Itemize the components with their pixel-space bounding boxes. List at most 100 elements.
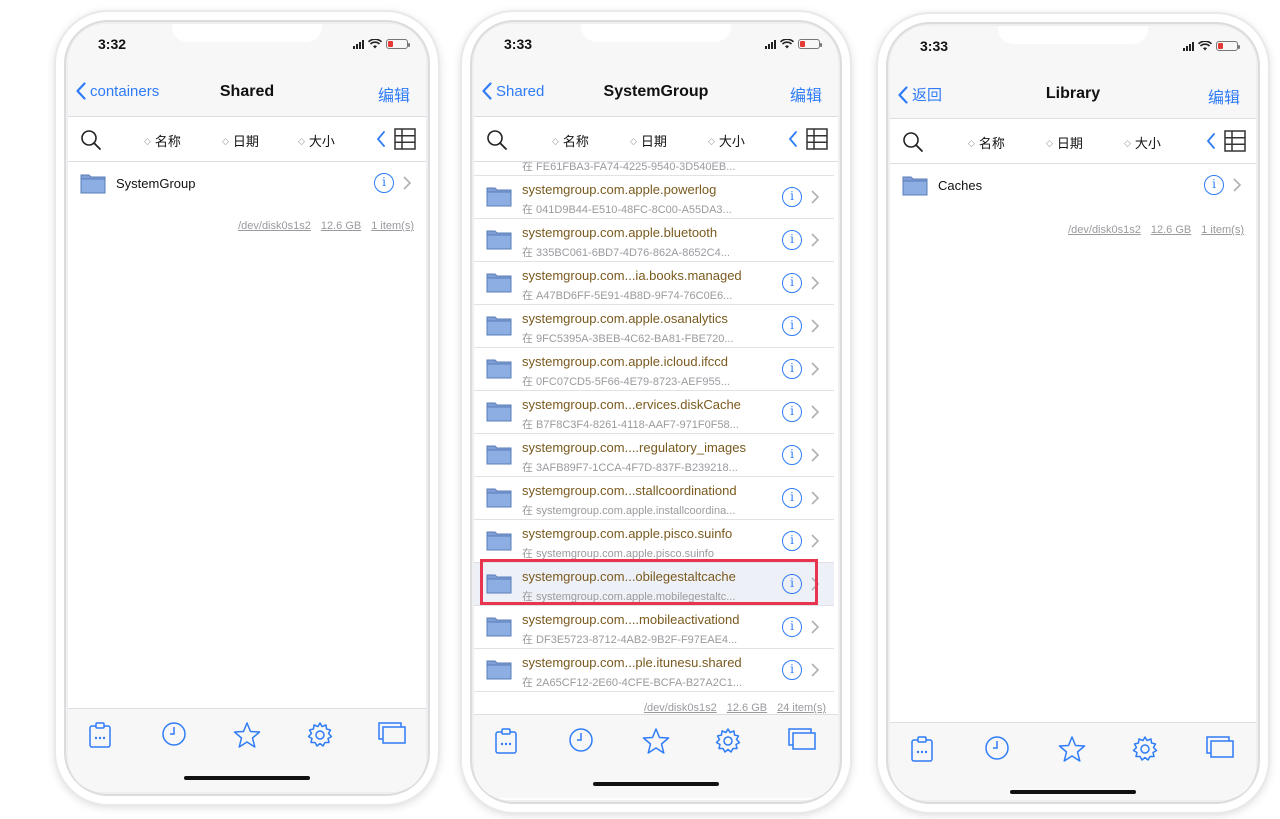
grid-view-icon[interactable] [1224,130,1246,152]
chevron-left-icon [898,85,908,104]
list-item[interactable]: Caches i [890,164,1256,208]
back-button[interactable]: 返回 [898,84,942,105]
item-name: systemgroup.com.apple.powerlog [522,182,717,197]
list-item[interactable]: systemgroup.com...ervices.diskCache 在 B7F… [474,391,834,434]
clock-icon[interactable] [161,721,187,747]
list-item[interactable]: systemgroup.com.apple.powerlog 在 041D9B44… [474,176,834,219]
info-icon[interactable]: i [782,316,802,336]
chevron-right-icon [811,362,820,376]
file-name: SystemGroup [116,176,196,191]
edit-button[interactable]: 编辑 [1208,84,1240,108]
sort-by-size[interactable]: ◇ 大小 [298,131,335,150]
list-item[interactable]: systemgroup.com.apple.bluetooth 在 335BC06… [474,219,834,262]
highlight-box [480,559,818,605]
device-link[interactable]: /dev/disk0s1s2 [1068,224,1141,236]
item-location: 在 2A65CF12-2E60-4CFE-BCFA-B27A2C1... [522,677,743,689]
info-icon[interactable]: i [782,531,802,551]
info-icon[interactable]: i [782,617,802,637]
count-link[interactable]: 1 item(s) [371,220,414,232]
edit-button[interactable]: 编辑 [378,82,410,106]
search-icon[interactable] [902,131,924,153]
star-icon[interactable] [642,727,670,755]
home-indicator [184,776,310,780]
storage-footer: /dev/disk0s1s2 12.6 GB 1 item(s) [1058,224,1244,236]
chevron-left-icon[interactable] [1206,132,1216,150]
sort-by-name[interactable]: ◇ 名称 [552,131,589,150]
info-icon[interactable]: i [374,173,394,193]
sort-by-name[interactable]: ◇ 名称 [144,131,181,150]
info-icon[interactable]: i [782,187,802,207]
item-name: systemgroup.com....regulatory_images [522,440,746,455]
info-icon[interactable]: i [782,402,802,422]
star-icon[interactable] [233,721,261,749]
info-icon[interactable]: i [782,359,802,379]
list-item[interactable]: systemgroup.com.apple.icloud.ifccd 在 0FC0… [474,348,834,391]
edit-button[interactable]: 编辑 [790,82,822,106]
chevron-left-icon[interactable] [788,130,798,148]
list-item[interactable]: systemgroup.com...ia.books.managed 在 A47B… [474,262,834,305]
chevron-right-icon [811,276,820,290]
size-link[interactable]: 12.6 GB [727,702,767,714]
chevron-left-icon[interactable] [376,130,386,148]
info-icon[interactable]: i [782,488,802,508]
item-location: 在 3AFB89F7-1CCA-4F7D-837F-B239218... [522,462,738,474]
info-icon[interactable]: i [782,230,802,250]
star-icon[interactable] [1058,735,1086,763]
sort-arrows-icon: ◇ [968,137,975,148]
gear-icon[interactable] [714,727,742,755]
list-item[interactable]: systemgroup.com.apple.osanalytics 在 9FC53… [474,305,834,348]
back-button[interactable]: containers [76,82,159,100]
folder-icon [486,273,512,293]
list-item[interactable]: systemgroup.com.apple.pisco.suinfo 在 syst… [474,520,834,563]
clipboard-icon[interactable] [88,721,112,749]
info-icon[interactable]: i [782,660,802,680]
windows-icon[interactable] [788,727,816,751]
grid-view-icon[interactable] [806,128,828,150]
sort-by-size[interactable]: ◇ 大小 [708,131,745,150]
sort-by-name[interactable]: ◇ 名称 [968,133,1005,152]
device-link[interactable]: /dev/disk0s1s2 [238,220,311,232]
info-icon[interactable]: i [1204,175,1224,195]
chevron-right-icon [811,620,820,634]
clock-icon[interactable] [984,735,1010,761]
wifi-icon [1198,41,1212,51]
list-item[interactable]: systemgroup.com....mobileactivationd 在 DF… [474,606,834,649]
sort-by-date[interactable]: ◇ 日期 [630,131,667,150]
sort-arrows-icon: ◇ [144,135,151,146]
list-item[interactable]: systemgroup.com...stallcoordinationd 在 sy… [474,477,834,520]
info-icon[interactable]: i [782,273,802,293]
folder-icon [486,660,512,680]
count-link[interactable]: 24 item(s) [777,702,826,714]
back-button[interactable]: Shared [482,82,544,100]
size-link[interactable]: 12.6 GB [1151,224,1191,236]
clock-icon[interactable] [568,727,594,753]
sort-bar: ◇ 名称 ◇ 日期 ◇ 大小 [68,116,426,162]
list-item[interactable]: systemgroup.com...ple.itunesu.shared 在 2A… [474,649,834,692]
search-icon[interactable] [80,129,102,151]
size-link[interactable]: 12.6 GB [321,220,361,232]
windows-icon[interactable] [378,721,406,745]
list-item[interactable]: systemgroup.com....regulatory_images 在 3A… [474,434,834,477]
count-link[interactable]: 1 item(s) [1201,224,1244,236]
wifi-icon [780,39,794,49]
device-link[interactable]: /dev/disk0s1s2 [644,702,717,714]
item-location: 在 335BC061-6BD7-4D76-862A-8652C4... [522,247,730,259]
clipboard-icon[interactable] [494,727,518,755]
sort-by-date[interactable]: ◇ 日期 [1046,133,1083,152]
home-indicator [593,782,719,786]
windows-icon[interactable] [1206,735,1234,759]
list-item[interactable]: SystemGroup i [68,162,426,206]
chevron-left-icon [76,82,86,100]
gear-icon[interactable] [1131,735,1159,763]
search-icon[interactable] [486,129,508,151]
info-icon[interactable]: i [782,445,802,465]
gear-icon[interactable] [306,721,334,749]
list-item-partial[interactable]: 在 FE61FBA3-FA74-4225-9540-3D540EB... [474,162,834,176]
tab-bar [890,722,1256,800]
sort-by-size[interactable]: ◇ 大小 [1124,133,1161,152]
chevron-right-icon [811,319,820,333]
grid-view-icon[interactable] [394,128,416,150]
clipboard-icon[interactable] [910,735,934,763]
sort-by-date[interactable]: ◇ 日期 [222,131,259,150]
item-name: systemgroup.com....mobileactivationd [522,612,740,627]
